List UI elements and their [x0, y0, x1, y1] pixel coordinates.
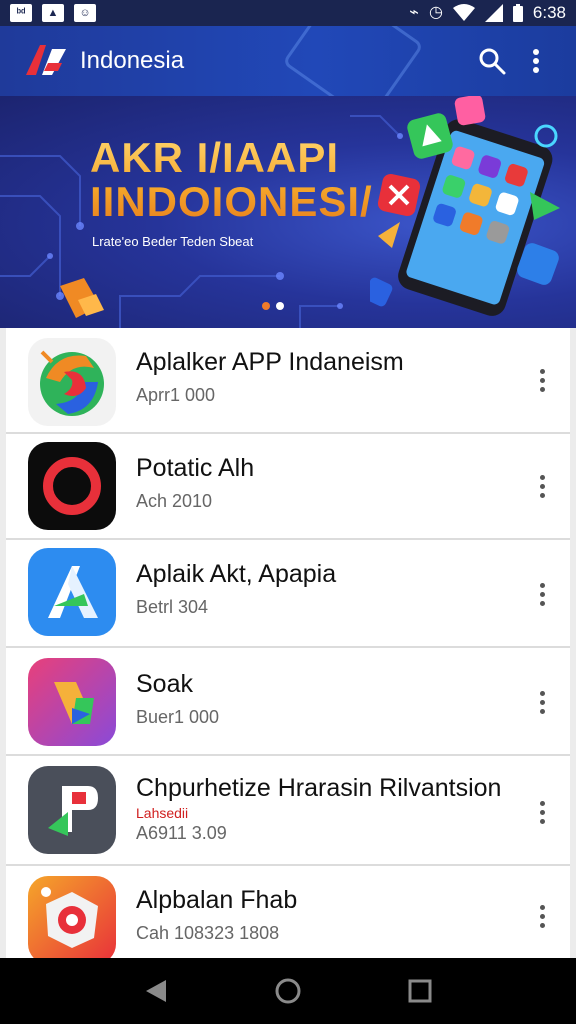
list-item[interactable]: Soak Buer1 000 — [6, 648, 570, 756]
notification-icon: ᵇᵈ — [10, 4, 32, 22]
overflow-menu-button[interactable] — [514, 39, 558, 83]
carousel-indicator[interactable] — [262, 302, 284, 310]
app-name: Aplaik Akt, Apapia — [136, 560, 337, 588]
home-button[interactable] — [268, 971, 308, 1011]
list-item[interactable]: Aplaik Akt, Apapia Betrl 304 — [6, 540, 570, 648]
app-meta: Ach 2010 — [136, 491, 213, 511]
recents-icon — [408, 979, 432, 1003]
more-vert-icon[interactable] — [528, 466, 556, 506]
app-tag: Lahsedii — [136, 805, 189, 821]
status-left: ᵇᵈ ▲ ☺ — [10, 4, 96, 22]
list-item[interactable]: Potatic Alh Ach 2010 — [6, 434, 570, 540]
fold-icon — [28, 658, 116, 746]
vibrate-icon: ⌁ — [409, 4, 419, 21]
image-icon: ▲ — [42, 4, 64, 22]
app-title: Indonesia — [80, 47, 185, 74]
battery-icon — [512, 4, 523, 22]
app-meta: Buer1 000 — [136, 707, 220, 727]
carousel-dot[interactable] — [262, 302, 270, 310]
p-letter-icon — [28, 766, 116, 854]
more-vert-icon[interactable] — [528, 360, 556, 400]
status-time: 6:38 — [532, 3, 566, 22]
more-vert-icon[interactable] — [528, 574, 556, 614]
status-right: ⌁ ◷ 6:38 — [409, 3, 566, 23]
system-nav-bar — [0, 958, 576, 1024]
more-vert-icon[interactable] — [528, 682, 556, 722]
app-meta: Betrl 304 — [136, 597, 209, 617]
swirl-icon — [28, 338, 116, 426]
app-meta: A6911 3.09 — [136, 823, 227, 843]
app-name: Soak — [136, 670, 193, 698]
app-list: Aplalker APP Indaneism Aprr1 000 Potatic… — [6, 328, 570, 958]
recents-button[interactable] — [400, 971, 440, 1011]
chat-icon: ☺ — [74, 4, 96, 22]
app-meta: Aprr1 000 — [136, 385, 216, 405]
more-vert-icon[interactable] — [528, 896, 556, 936]
promo-banner[interactable]: AKR I/IAAPI IINDOIONESI/ Lrate'eo Beder … — [0, 96, 576, 328]
carousel-dot-active[interactable] — [276, 302, 284, 310]
app-name: Chpurhetize Hrarasin Rilvantsion — [136, 774, 502, 802]
phone-illustration-icon — [370, 96, 560, 316]
banner-subtitle: Lrate'eo Beder Teden Sbeat — [92, 234, 254, 249]
list-item[interactable]: Chpurhetize Hrarasin Rilvantsion Lahsedi… — [6, 756, 570, 866]
app-bar: Indonesia — [0, 26, 576, 96]
home-icon — [275, 978, 301, 1004]
app-logo-icon — [26, 45, 66, 75]
more-vert-icon[interactable] — [528, 792, 556, 832]
list-item[interactable]: Alpbalan Fhab Cah 108323 1808 — [6, 866, 570, 958]
back-button[interactable] — [136, 971, 176, 1011]
app-name: Alpbalan Fhab — [136, 886, 298, 914]
app-meta: Cah 108323 1808 — [136, 923, 280, 943]
more-vert-icon — [533, 49, 539, 73]
ring-icon — [28, 442, 116, 530]
triangle-a-icon — [28, 548, 116, 636]
signal-icon — [484, 4, 503, 22]
app-name: Potatic Alh — [136, 454, 255, 482]
camera-star-icon — [28, 876, 116, 958]
back-icon — [146, 980, 166, 1002]
wifi-icon — [452, 4, 475, 21]
search-button[interactable] — [470, 39, 514, 83]
alarm-icon: ◷ — [428, 4, 443, 21]
search-icon — [479, 48, 506, 75]
banner-title: AKR I/IAAPI IINDOIONESI/ — [90, 134, 373, 225]
app-name: Aplalker APP Indaneism — [136, 348, 404, 376]
list-item[interactable]: Aplalker APP Indaneism Aprr1 000 — [6, 328, 570, 434]
status-bar: ᵇᵈ ▲ ☺ ⌁ ◷ 6:38 — [0, 0, 576, 26]
